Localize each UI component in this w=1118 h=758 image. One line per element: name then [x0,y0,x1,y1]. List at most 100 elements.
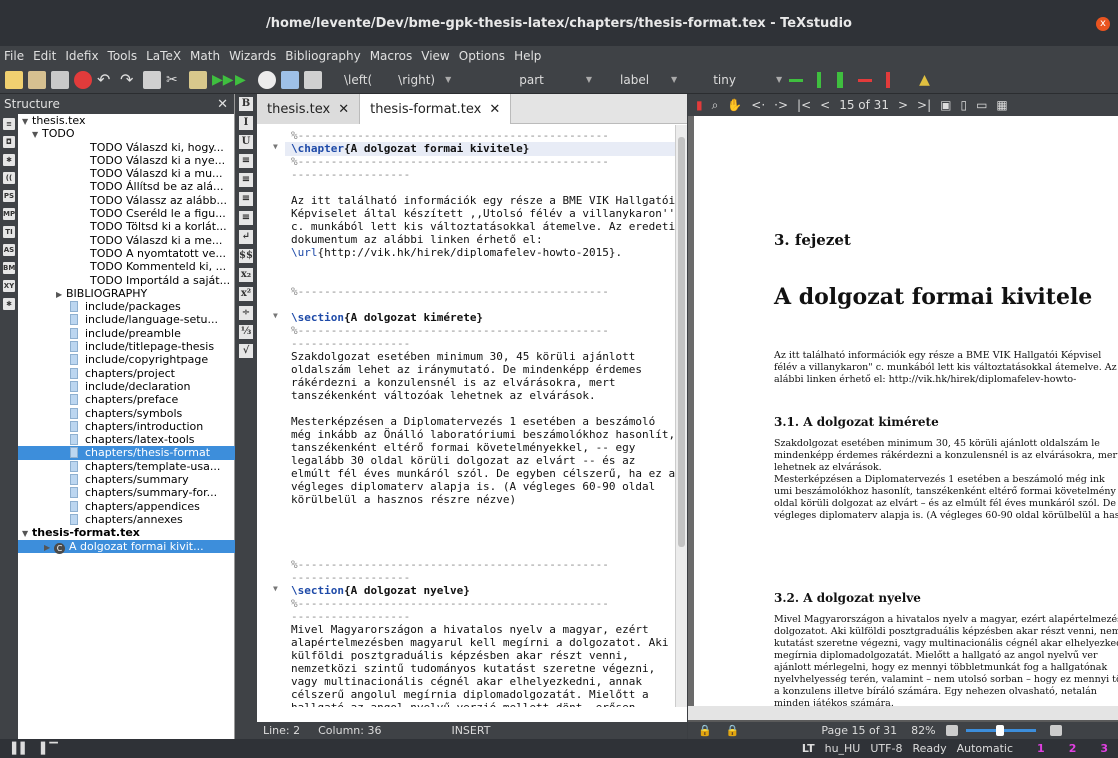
close-window-button[interactable]: x [1096,17,1110,31]
view-pdf-icon[interactable] [281,70,299,89]
format-button[interactable]: B [239,97,253,111]
structure-filter-icon[interactable]: MP [3,208,15,220]
format-button[interactable]: ÷ [239,306,253,320]
tree-root-thesis[interactable]: ▼ thesis.tex [18,114,235,127]
fold-arrow-icon[interactable]: ▼ [273,311,278,320]
code-editor[interactable]: %---------------------------------------… [257,125,675,707]
cut-icon[interactable]: ✂ [166,71,184,89]
remove-row-icon[interactable] [856,70,875,89]
fold-arrow-icon[interactable]: ▼ [273,584,278,593]
prev-page-icon[interactable]: < [820,98,830,112]
tree-file-item[interactable]: chapters/project [18,367,235,380]
tree-todo-item[interactable]: TODO Cseréld le a figu... [18,207,235,220]
structure-filter-icon[interactable]: TI [3,226,15,238]
structure-filter-icon[interactable]: BM [3,262,15,274]
bookmark-1[interactable]: 1 [1037,742,1045,755]
tab-thesis-tex[interactable]: thesis.tex ✕ [257,94,361,124]
tree-todo-item[interactable]: TODO Importáld a saját... [18,274,235,287]
bookmark-2[interactable]: 2 [1069,742,1077,755]
structure-filter-icon[interactable]: PS [3,190,15,202]
structure-toggle-icon[interactable]: ▌▌ [12,742,29,755]
structure-filter-icon[interactable]: AS [3,244,15,256]
single-page-icon[interactable]: ▭ [976,98,987,112]
bookmark-3[interactable]: 3 [1100,742,1108,755]
menu-item-tools[interactable]: Tools [108,49,138,63]
sync-lock-icon[interactable]: 🔒 [726,724,740,737]
tree-file-item[interactable]: include/declaration [18,380,235,393]
last-page-icon[interactable]: >| [917,98,931,112]
left-bracket-button[interactable]: \left( [344,73,372,87]
grid-icon[interactable]: ▦ [996,98,1007,112]
close-icon[interactable]: ✕ [489,102,500,117]
hand-icon[interactable]: ✋ [727,98,742,112]
grammar-mode[interactable]: Automatic [957,742,1013,755]
right-bracket-button[interactable]: \right) [398,73,435,87]
tree-file-item[interactable]: chapters/introduction [18,420,235,433]
menu-item-help[interactable]: Help [514,49,541,63]
new-file-icon[interactable] [5,70,23,89]
tree-todo-item[interactable]: TODO Kommenteld ki, ... [18,260,235,273]
tree-file-item[interactable]: chapters/preface [18,393,235,406]
tree-file-item[interactable]: include/copyrightpage [18,353,235,366]
format-button[interactable]: x₂ [239,268,253,282]
structure-filter-icon[interactable]: ◘ [3,136,15,148]
tree-todo-group[interactable]: ▼ TODO [18,127,235,140]
close-doc-icon[interactable] [74,70,92,89]
vline-icon[interactable] [810,70,829,89]
chevron-down-icon[interactable]: ▼ [445,75,451,84]
tree-file-item[interactable]: chapters/appendices [18,500,235,513]
tree-todo-item[interactable]: TODO Töltsd ki a korlát... [18,220,235,233]
expand-arrow-icon[interactable]: ▼ [32,128,42,141]
lock-icon[interactable]: 🔒 [698,724,712,737]
font-size-combo[interactable]: tiny ▼ [713,73,782,87]
format-button[interactable]: ≡ [239,154,253,168]
tree-todo-item[interactable]: TODO Válaszd ki a nye... [18,154,235,167]
structure-filter-icon[interactable]: ✱ [3,154,15,166]
zoom-in-icon[interactable] [1049,725,1062,736]
fit-page-icon[interactable]: ▯ [960,98,967,112]
tree-file-item[interactable]: chapters/summary-for... [18,486,235,499]
reference-combo[interactable]: label ▼ [620,73,677,87]
forward-icon[interactable]: ·> [774,98,788,112]
format-button[interactable]: √ [239,344,253,358]
tree-chapter-item[interactable]: ▶ C A dolgozat formai kivit... [18,539,235,554]
tree-file-item[interactable]: include/packages [18,300,235,313]
tree-file-item[interactable]: include/titlepage-thesis [18,340,235,353]
close-icon[interactable]: ✕ [338,102,349,117]
structure-filter-icon[interactable]: XY [3,280,15,292]
menu-item-wizards[interactable]: Wizards [229,49,276,63]
zoom-out-icon[interactable] [945,725,958,736]
warning-icon[interactable]: ▲ [919,71,937,89]
encoding[interactable]: UTF-8 [870,742,902,755]
tree-todo-item[interactable]: TODO Állítsd be az alá... [18,180,235,193]
fit-width-icon[interactable]: ▣ [940,98,951,112]
back-icon[interactable]: <· [751,98,765,112]
paste-icon[interactable] [189,70,207,89]
pdf-horizontal-scrollbar[interactable] [688,706,1118,720]
zoom-slider[interactable] [965,725,1036,736]
expand-arrow-icon[interactable]: ▶ [56,288,66,301]
menu-item-bibliography[interactable]: Bibliography [285,49,360,63]
format-button[interactable]: ↵ [239,230,253,244]
menu-item-view[interactable]: View [421,49,449,63]
structure-filter-icon[interactable]: (( [3,172,15,184]
tree-todo-item[interactable]: TODO Válassz az alább... [18,194,235,207]
open-file-icon[interactable] [28,70,46,89]
tree-todo-item[interactable]: TODO A nyomtatott ve... [18,247,235,260]
save-icon[interactable] [51,70,69,89]
run-icon[interactable]: ▶ [235,71,253,89]
hline-icon[interactable] [787,70,806,89]
structure-filter-icon[interactable]: ≡ [3,118,15,130]
copy-icon[interactable] [143,70,161,89]
pdf-bookmark-icon[interactable]: ▮ [696,98,703,112]
tab-thesis-format-tex[interactable]: thesis-format.tex ✕ [360,94,512,124]
menu-item-options[interactable]: Options [459,49,505,63]
menu-item-math[interactable]: Math [190,49,220,63]
tree-file-item[interactable]: chapters/summary [18,473,235,486]
tree-file-item[interactable]: chapters/thesis-format [18,446,235,460]
format-button[interactable]: ≡ [239,211,253,225]
magnifier-icon[interactable]: ⌕ [712,98,719,113]
format-button[interactable]: ≡ [239,173,253,187]
format-button[interactable]: x² [239,287,253,301]
log-icon[interactable] [304,70,322,89]
